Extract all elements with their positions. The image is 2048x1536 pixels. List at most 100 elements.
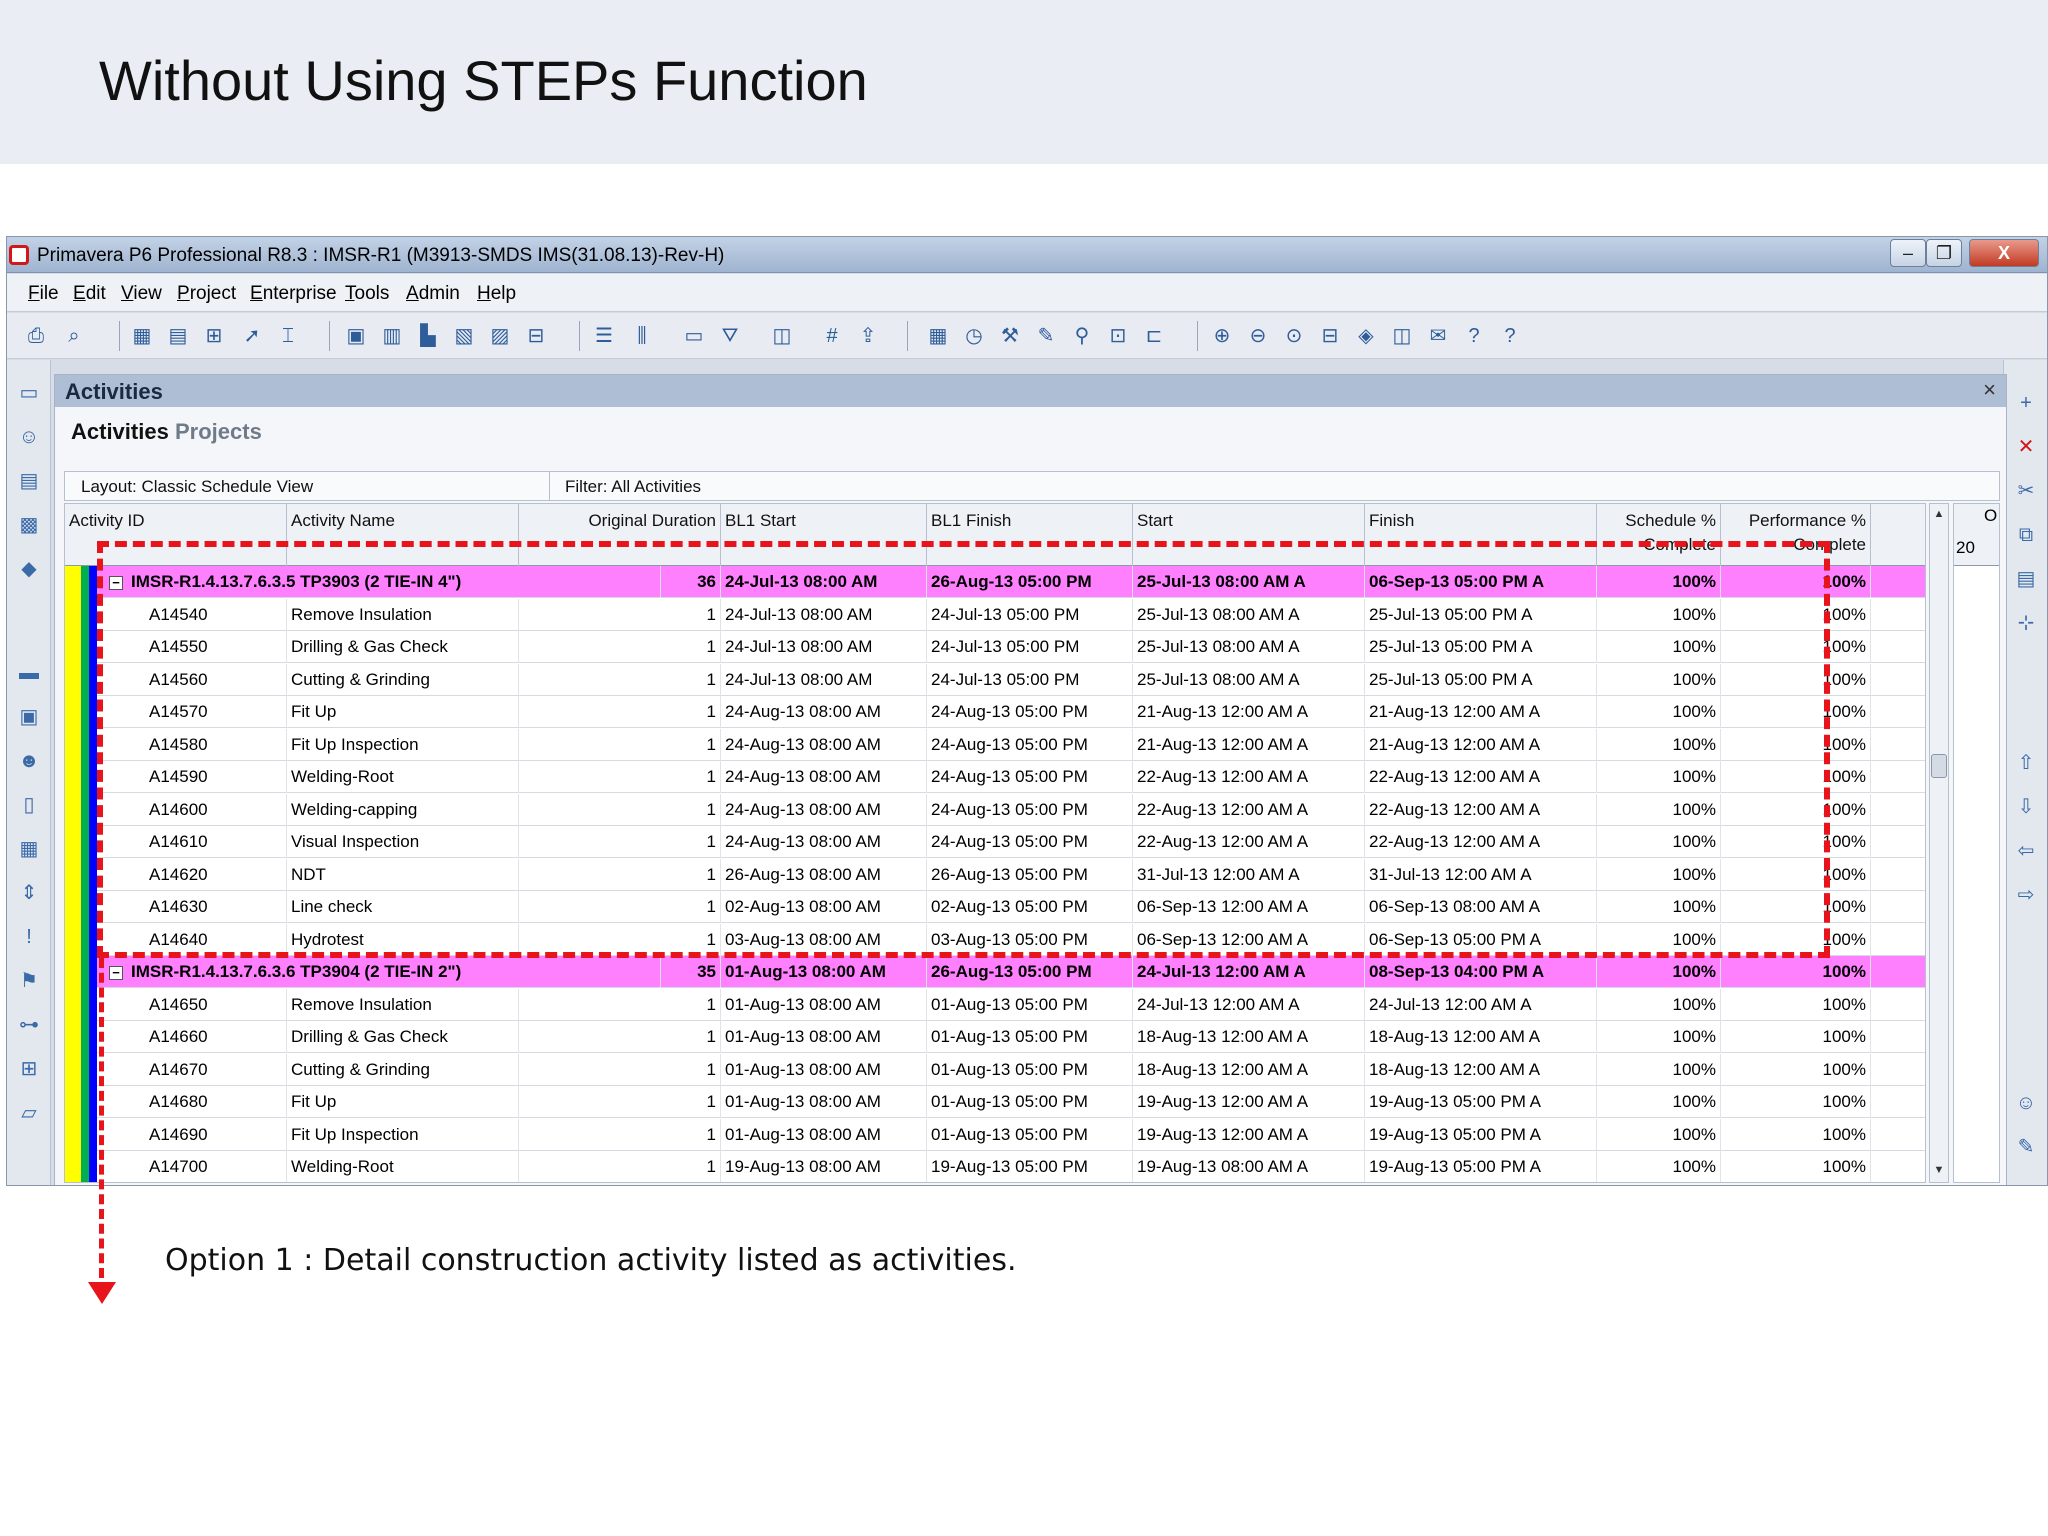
- assignments-icon[interactable]: ▣: [16, 704, 42, 730]
- table-row[interactable]: A14660 Drilling & Gas Check 1 01-Aug-13 08:…: [65, 1021, 1925, 1053]
- grid-icon[interactable]: ▦: [925, 323, 951, 349]
- update-icon[interactable]: ⊡: [1105, 323, 1131, 349]
- activities-icon[interactable]: ▬: [16, 660, 42, 686]
- menu-admin[interactable]: Admin: [406, 283, 460, 305]
- thresholds-icon[interactable]: ⇕: [16, 880, 42, 906]
- close-button[interactable]: X: [1969, 239, 2039, 267]
- menu-view[interactable]: View: [121, 283, 162, 305]
- notebook-icon[interactable]: ✎: [2013, 1134, 2039, 1160]
- table-row[interactable]: A14680 Fit Up 1 01-Aug-13 08:00 AM 01-Aug-13…: [65, 1086, 1925, 1118]
- folder-icon[interactable]: ▱: [16, 1100, 42, 1126]
- layout-options-icon[interactable]: ◫: [769, 323, 795, 349]
- schedule-icon[interactable]: ◷: [961, 323, 987, 349]
- scroll-up-icon[interactable]: ▲: [1930, 508, 1948, 520]
- move-right-icon[interactable]: ⇨: [2013, 882, 2039, 908]
- cell-finish: 08-Sep-13 04:00 PM A: [1365, 956, 1597, 988]
- vertical-scrollbar[interactable]: ▲ ▼: [1929, 503, 1949, 1183]
- codes-icon[interactable]: ⊞: [16, 1056, 42, 1082]
- export-icon[interactable]: ⇪: [855, 323, 881, 349]
- tab-projects[interactable]: Projects: [175, 419, 262, 445]
- filter-label[interactable]: Filter: All Activities: [565, 477, 701, 497]
- delete-icon[interactable]: ✕: [2013, 434, 2039, 460]
- navigate-icon[interactable]: ◈: [1353, 323, 1379, 349]
- tab-activities[interactable]: Activities: [71, 419, 169, 445]
- store-period-icon[interactable]: ✎: [1033, 323, 1059, 349]
- table-row[interactable]: A14670 Cutting & Grinding 1 01-Aug-13 08:00…: [65, 1053, 1925, 1086]
- risks-icon[interactable]: ⚑: [16, 968, 42, 994]
- bars-setting-icon[interactable]: ▭: [681, 323, 707, 349]
- restore-button[interactable]: ❐: [1926, 239, 1962, 267]
- hash-icon[interactable]: #: [819, 323, 845, 349]
- issues-icon[interactable]: !: [16, 924, 42, 950]
- baseline-icon[interactable]: ⊏: [1141, 323, 1167, 349]
- filter-icon[interactable]: ⛛: [717, 323, 743, 349]
- columns-icon[interactable]: ⫼: [629, 323, 655, 349]
- menu-project[interactable]: Project: [177, 283, 236, 305]
- table-icon[interactable]: ▦: [129, 323, 155, 349]
- wbs-level-stripe: [73, 566, 81, 1182]
- assign-icon[interactable]: ☺: [2013, 1090, 2039, 1116]
- print-preview-icon[interactable]: ⌕: [61, 323, 87, 349]
- cell-bl1-finish: 01-Aug-13 05:00 PM: [927, 1021, 1133, 1053]
- help-icon[interactable]: ?: [1461, 323, 1487, 349]
- notes-icon[interactable]: ✉: [1425, 323, 1451, 349]
- menu-help[interactable]: Help: [477, 283, 516, 305]
- layout-selector[interactable]: Layout: Classic Schedule View: [81, 477, 313, 497]
- resource-icon[interactable]: ▧: [451, 323, 477, 349]
- tree-icon[interactable]: ⊶: [16, 1012, 42, 1038]
- histogram-icon[interactable]: ▙: [415, 323, 441, 349]
- menu-enterprise[interactable]: Enterprise: [250, 283, 337, 305]
- layout-icon[interactable]: ⌶: [275, 323, 301, 349]
- projects-icon[interactable]: ▭: [16, 380, 42, 406]
- menu-tools[interactable]: Tools: [345, 283, 389, 305]
- zoom-fit-icon[interactable]: ⊙: [1281, 323, 1307, 349]
- toolbar-separator: [1197, 321, 1198, 351]
- move-left-icon[interactable]: ⇦: [2013, 838, 2039, 864]
- table-row[interactable]: A14650 Remove Insulation 1 01-Aug-13 08:00 …: [65, 988, 1925, 1021]
- copy-icon[interactable]: ⧉: [2013, 522, 2039, 548]
- split-vertical-icon[interactable]: ◫: [1389, 323, 1415, 349]
- menu-edit[interactable]: Edit: [73, 283, 106, 305]
- table-row[interactable]: A14690 Fit Up Inspection 1 01-Aug-13 08:00 …: [65, 1118, 1925, 1151]
- minimize-button[interactable]: –: [1890, 239, 1926, 267]
- group-sort-icon[interactable]: ☰: [591, 323, 617, 349]
- users-icon[interactable]: ☻: [16, 748, 42, 774]
- zoom-out-icon[interactable]: ⊖: [1245, 323, 1271, 349]
- network-icon[interactable]: ⊞: [201, 323, 227, 349]
- level-icon[interactable]: ⚒: [997, 323, 1023, 349]
- reports-icon[interactable]: ▤: [16, 468, 42, 494]
- add-icon[interactable]: +: [2013, 390, 2039, 416]
- scroll-thumb[interactable]: [1931, 754, 1947, 778]
- wbs-row[interactable]: − IMSR-R1.4.13.7.6.3.6 TP3904 (2 TIE-IN 2…: [65, 956, 1925, 988]
- paste-icon[interactable]: ▤: [2013, 566, 2039, 592]
- gantt-icon[interactable]: ▤: [165, 323, 191, 349]
- documents-icon[interactable]: ▯: [16, 792, 42, 818]
- resources-icon[interactable]: ☺: [16, 424, 42, 450]
- collapse-icon[interactable]: −: [109, 965, 123, 980]
- profile-icon[interactable]: ▨: [487, 323, 513, 349]
- tracking-icon[interactable]: ▩: [16, 512, 42, 538]
- move-down-icon[interactable]: ⇩: [2013, 794, 2039, 820]
- cell-id: A14680: [145, 1086, 287, 1118]
- menu-file[interactable]: File: [28, 283, 59, 305]
- arrow-cursor-icon[interactable]: ➚: [239, 323, 265, 349]
- calculator-icon[interactable]: ▦: [16, 836, 42, 862]
- wbs-icon[interactable]: ◆: [16, 556, 42, 582]
- cell-sched: 100%: [1597, 956, 1721, 988]
- scroll-down-icon[interactable]: ▼: [1930, 1164, 1948, 1176]
- split-horizontal-icon[interactable]: ⊟: [1317, 323, 1343, 349]
- spreadsheet-icon[interactable]: ⊟: [523, 323, 549, 349]
- progress-icon[interactable]: ⚲: [1069, 323, 1095, 349]
- details-icon[interactable]: ▣: [343, 323, 369, 349]
- move-up-icon[interactable]: ⇧: [2013, 750, 2039, 776]
- cut-icon[interactable]: ✂: [2013, 478, 2039, 504]
- bars-icon[interactable]: ▥: [379, 323, 405, 349]
- dissolve-icon[interactable]: ⊹: [2013, 610, 2039, 636]
- zoom-in-icon[interactable]: ⊕: [1209, 323, 1235, 349]
- assistant-icon[interactable]: ?: [1497, 323, 1523, 349]
- wbs-level-stripe: [65, 566, 73, 1182]
- print-icon[interactable]: ⎙: [23, 323, 49, 349]
- panel-close-icon[interactable]: ×: [1983, 377, 1996, 403]
- table-row[interactable]: A14700 Welding-Root 1 19-Aug-13 08:00 AM 19-…: [65, 1151, 1925, 1182]
- gantt-chart[interactable]: O 20: [1953, 503, 2000, 1183]
